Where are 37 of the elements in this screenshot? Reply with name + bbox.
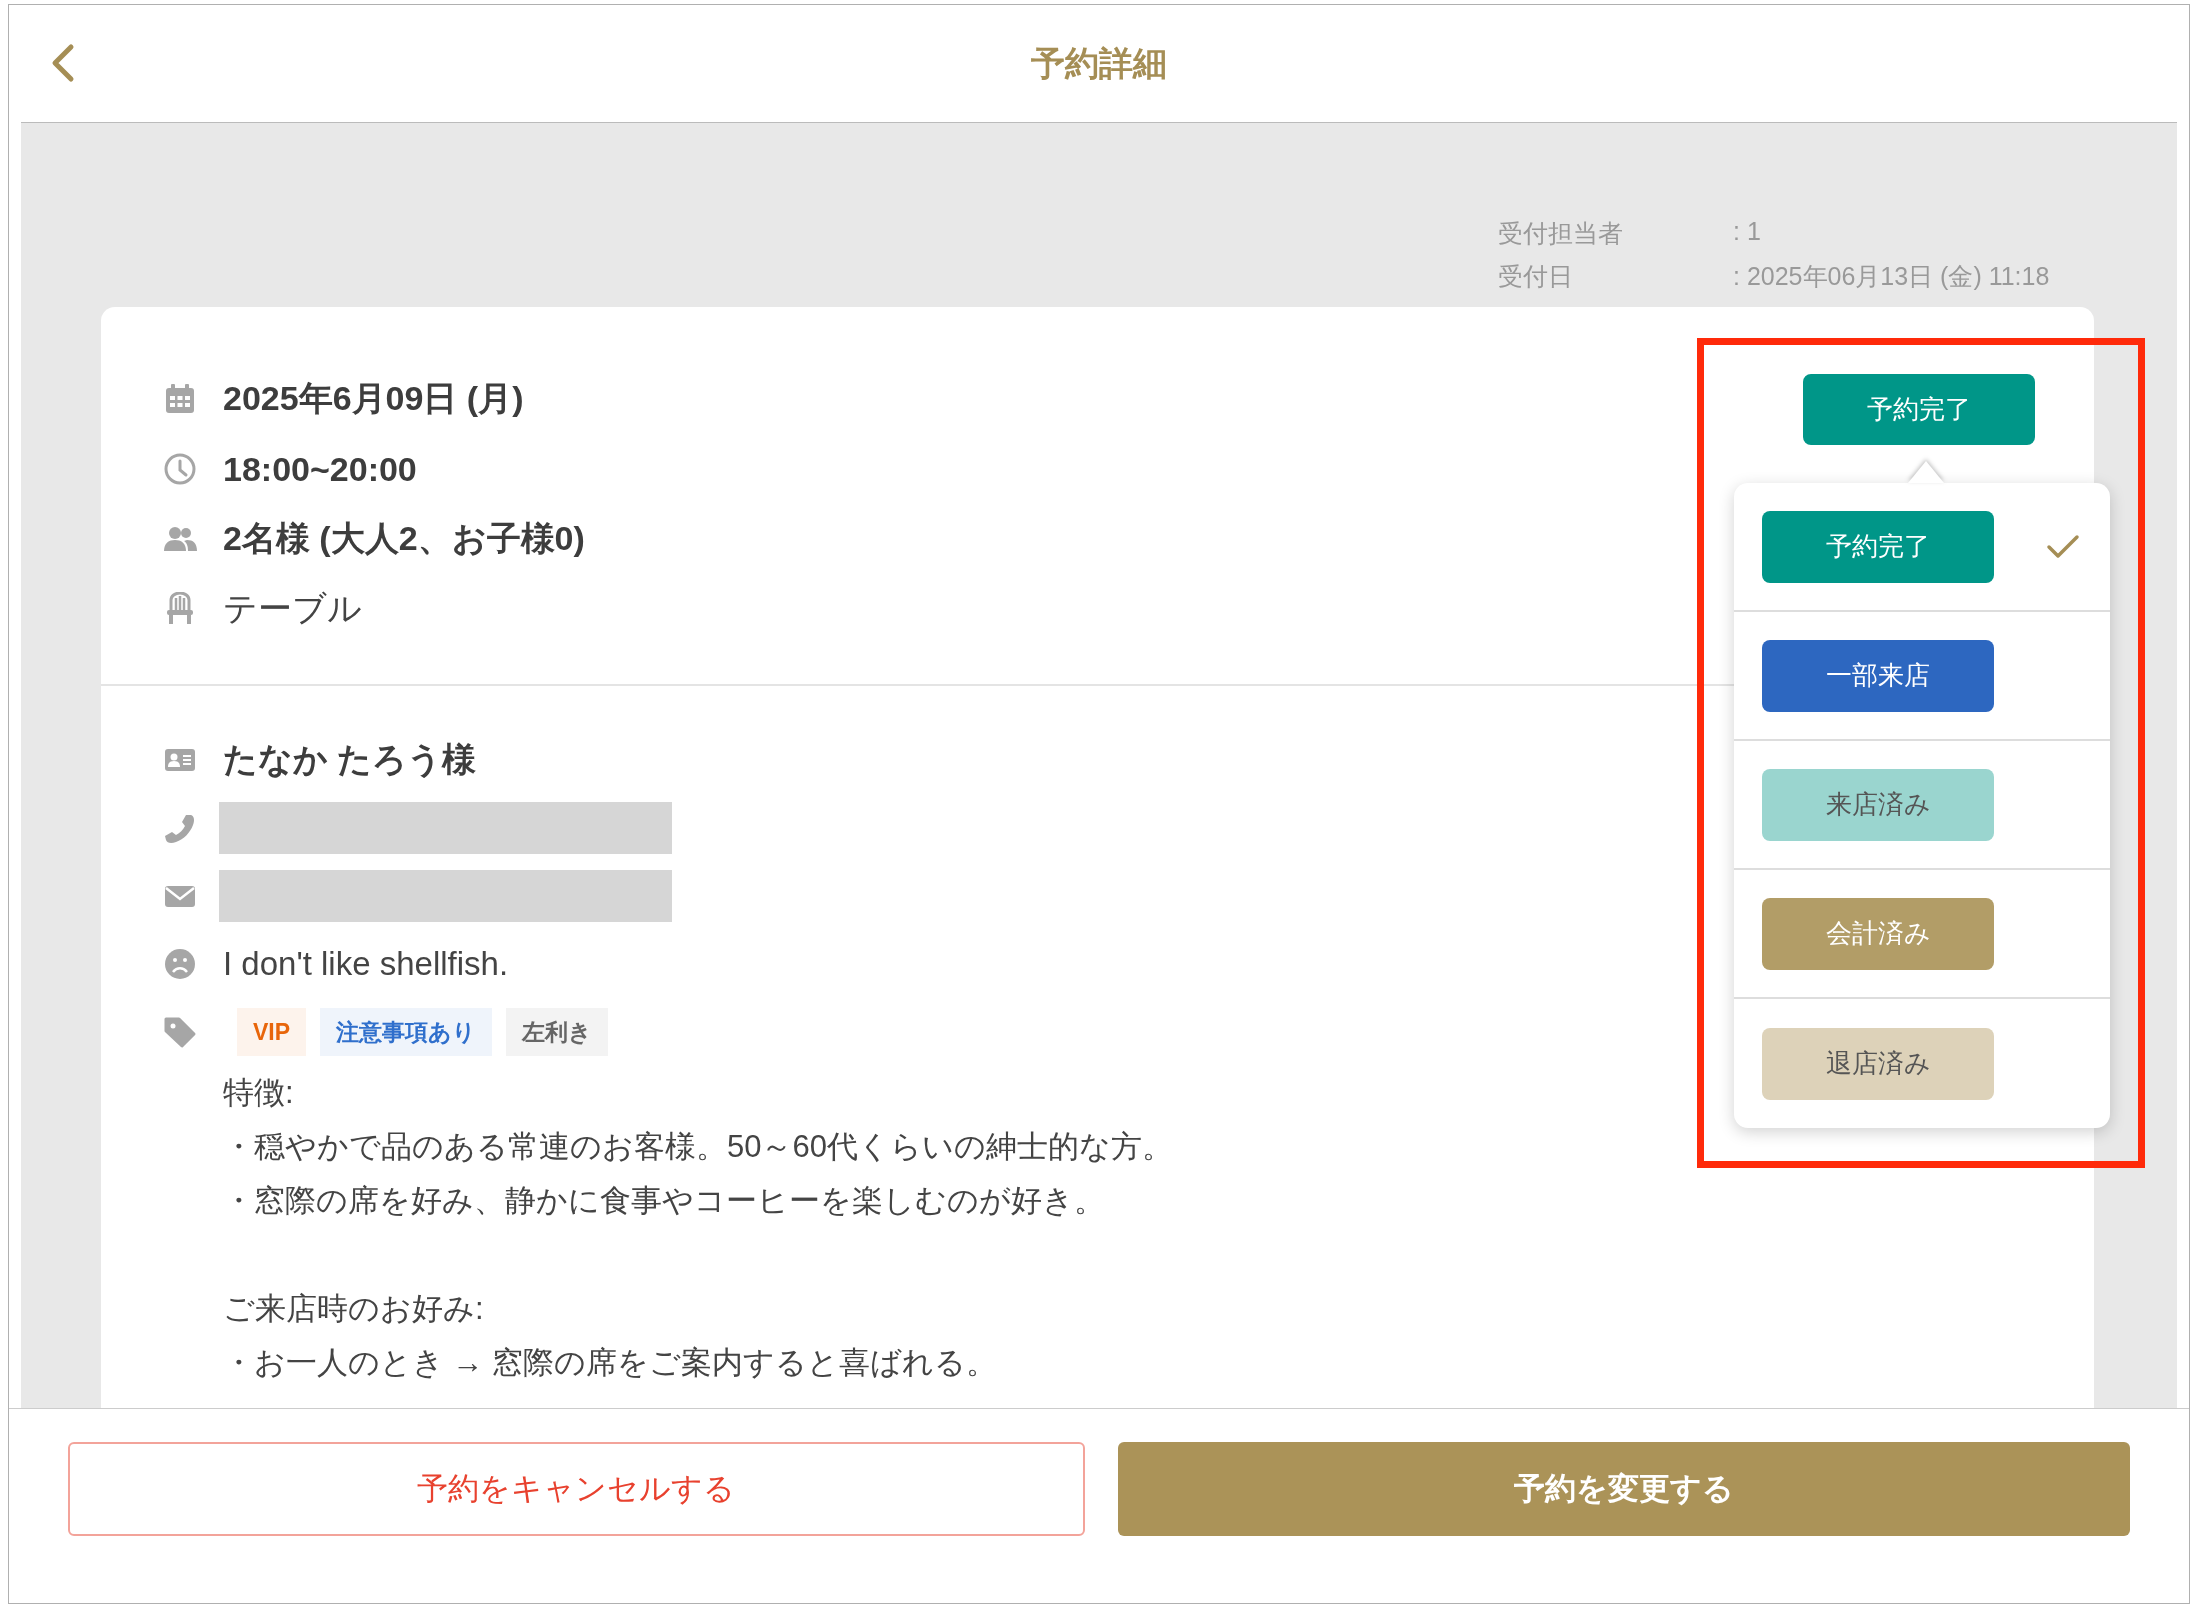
sad-face-icon bbox=[163, 947, 197, 981]
cancel-button[interactable]: 予約をキャンセルする bbox=[68, 1442, 1085, 1536]
party-text: 2名様 (大人2、お子様0) bbox=[223, 518, 585, 559]
status-option[interactable]: 来店済み bbox=[1734, 741, 2110, 870]
notes-heading: 特徴: bbox=[223, 1074, 294, 1112]
calendar-icon bbox=[163, 382, 197, 416]
status-chip: 退店済み bbox=[1762, 1027, 1994, 1100]
tag: VIP bbox=[237, 1008, 307, 1056]
status-chip: 会計済み bbox=[1762, 897, 1994, 970]
meta-label: 受付担当者 bbox=[1498, 218, 1624, 249]
status-option[interactable]: 予約完了 bbox=[1734, 483, 2110, 612]
notes-line: ・お一人のとき → 窓際の席をご案内すると喜ばれる。 bbox=[223, 1344, 998, 1382]
meta-value: : 2025年06月13日 (金) 11:18 bbox=[1733, 261, 2051, 292]
change-button[interactable]: 予約を変更する bbox=[1117, 1442, 2130, 1536]
status-chip: 一部来店 bbox=[1762, 639, 1994, 712]
notes-line: ・穏やかで品のある常連のお客様。50～60代くらいの紳士的な方。 bbox=[223, 1128, 1173, 1166]
status-option[interactable]: 退店済み bbox=[1734, 999, 2110, 1128]
check-icon bbox=[2046, 532, 2080, 561]
notes-heading: ご来店時のお好み: bbox=[223, 1290, 484, 1328]
tag: 注意事項あり bbox=[320, 1008, 493, 1056]
status-option[interactable]: 一部来店 bbox=[1734, 612, 2110, 741]
date-text: 2025年6月09日 (月) bbox=[223, 378, 524, 419]
status-dropdown[interactable]: 予約完了 bbox=[1803, 374, 2035, 445]
status-chip: 来店済み bbox=[1762, 768, 1994, 841]
seat-text: テーブル bbox=[223, 588, 362, 629]
time-text: 18:00~20:00 bbox=[223, 449, 417, 489]
customer-name: たなか たろう様 bbox=[223, 739, 477, 780]
status-option[interactable]: 会計済み bbox=[1734, 870, 2110, 999]
meta-label: 受付日 bbox=[1498, 261, 1574, 292]
tag: 左利き bbox=[506, 1008, 609, 1056]
status-chip: 予約完了 bbox=[1762, 510, 1994, 583]
clock-icon bbox=[163, 452, 197, 486]
page-title: 予約詳細 bbox=[1031, 42, 1167, 84]
meta-value: : 1 bbox=[1733, 217, 1762, 247]
tag-icon bbox=[163, 1015, 197, 1049]
dislike-text: I don't like shellfish. bbox=[223, 945, 509, 983]
notes-line: ・窓際の席を好み、静かに食事やコーヒーを楽しむのが好き。 bbox=[223, 1182, 1105, 1220]
